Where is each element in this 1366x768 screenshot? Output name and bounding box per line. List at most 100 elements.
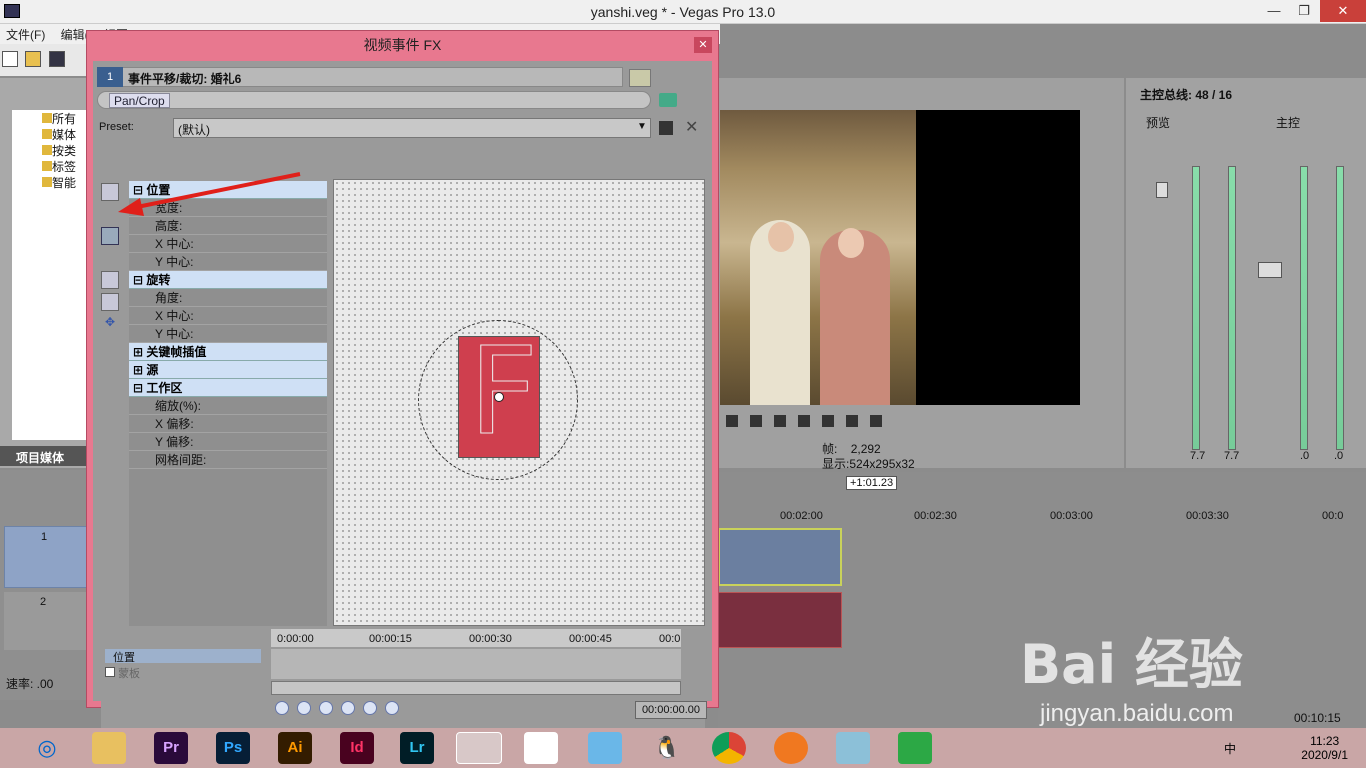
group-keyframe-interp[interactable]: ⊞ 关键帧插值 [129, 343, 327, 361]
frame-letter: F [468, 323, 539, 462]
new-file-icon[interactable] [2, 51, 18, 67]
preview-meter-right [1228, 166, 1236, 450]
premiere-icon[interactable]: Pr [154, 732, 188, 764]
app-icon-orange[interactable] [774, 732, 808, 764]
baidu-watermark: Bai 经验 [1020, 633, 1243, 696]
save-icon[interactable] [48, 51, 65, 67]
first-keyframe-icon[interactable] [275, 701, 289, 715]
tree-item[interactable]: 智能 [12, 174, 90, 190]
minimize-icon[interactable]: — [1258, 0, 1290, 22]
project-media-tab[interactable]: 项目媒体 [0, 446, 90, 466]
video-clip[interactable] [718, 528, 842, 586]
dialog-close-icon[interactable]: ✕ [694, 37, 712, 53]
app-icon-bird[interactable] [588, 732, 622, 764]
maximize-icon[interactable]: ❐ [1288, 0, 1320, 22]
menu-file[interactable]: 文件(F) [0, 24, 51, 45]
kf-row-position[interactable]: 位置 [105, 649, 261, 664]
ime-indicator[interactable]: 中 [1224, 740, 1236, 757]
tree-item[interactable]: 按类 [12, 142, 90, 158]
kf-tick: 00:0 [659, 633, 681, 645]
system-clock[interactable]: 11:23 2020/9/1 [1301, 734, 1348, 762]
tree-item[interactable]: 所有 [12, 110, 90, 126]
crop-center-handle[interactable] [494, 392, 504, 402]
video-track-header[interactable]: 1 [4, 526, 90, 588]
zoom-tool-icon[interactable] [101, 227, 119, 245]
timeline-clock: 00:10:15 [1294, 711, 1341, 725]
prop-grid-spacing[interactable]: 网格间距: [129, 451, 327, 469]
fx-chain-bar: 事件平移/裁切: 婚礼6 [97, 67, 623, 87]
pan-crop-canvas[interactable]: F [333, 179, 705, 626]
master-fader[interactable] [1258, 262, 1282, 278]
loop-icon[interactable] [726, 415, 738, 427]
delete-preset-icon[interactable]: ✕ [685, 117, 698, 137]
ruler-tick: 00:02:30 [914, 510, 957, 522]
chrome-icon[interactable] [712, 732, 746, 764]
kf-tick: 00:00:45 [569, 633, 612, 645]
clock-time: 11:23 [1310, 734, 1340, 748]
prop-rot-y-center[interactable]: Y 中心: [129, 325, 327, 343]
group-rotation[interactable]: ⊟ 旋转 [129, 271, 327, 289]
prev-frame-icon[interactable] [846, 415, 858, 427]
prop-zoom[interactable]: 缩放(%): [129, 397, 327, 415]
kf-track[interactable] [271, 649, 681, 679]
photoshop-icon[interactable]: Ps [216, 732, 250, 764]
qq-icon[interactable]: 🐧 [650, 732, 684, 764]
annotation-arrow [118, 172, 301, 216]
kf-scrollbar[interactable] [271, 681, 681, 695]
preview-info: 帧: 2,292 显示:524x295x32 [822, 442, 915, 472]
prop-rot-x-center[interactable]: X 中心: [129, 307, 327, 325]
taskbar: ◎ Pr Ps Ai Id Lr 🐧 中 11:23 2020/9/1 [0, 728, 1366, 768]
fx-plugin-label[interactable]: Pan/Crop [109, 93, 170, 108]
indesign-icon[interactable]: Id [340, 732, 374, 764]
kf-ruler: 0:00:00 00:00:15 00:00:30 00:00:45 00:0 [271, 629, 681, 647]
delete-keyframe-icon[interactable] [385, 701, 399, 715]
group-source[interactable]: ⊞ 源 [129, 361, 327, 379]
preview-fader[interactable] [1156, 182, 1168, 198]
play-icon[interactable] [774, 415, 786, 427]
app-icon-green[interactable] [898, 732, 932, 764]
tree-item[interactable]: 标签 [12, 158, 90, 174]
prop-angle[interactable]: 角度: [129, 289, 327, 307]
illustrator-icon[interactable]: Ai [278, 732, 312, 764]
close-icon[interactable]: ✕ [1320, 0, 1366, 22]
audio-track-header[interactable]: 2 [4, 592, 90, 650]
open-folder-icon[interactable] [25, 51, 42, 67]
master-meter-right [1336, 166, 1344, 450]
plugin-chain-icon[interactable] [659, 93, 677, 107]
audio-clip[interactable] [718, 592, 842, 648]
prev-keyframe-icon[interactable] [297, 701, 311, 715]
app-icon-pinwheel[interactable] [524, 732, 558, 764]
prop-x-center[interactable]: X 中心: [129, 235, 327, 253]
last-keyframe-icon[interactable] [363, 701, 377, 715]
prop-y-offset[interactable]: Y 偏移: [129, 433, 327, 451]
file-explorer-icon[interactable] [92, 732, 126, 764]
next-keyframe-icon[interactable] [341, 701, 355, 715]
center-icon[interactable]: ✥ [101, 315, 119, 333]
chain-badge: 1 [97, 67, 123, 87]
prop-y-center[interactable]: Y 中心: [129, 253, 327, 271]
next-frame-icon[interactable] [870, 415, 882, 427]
pause-icon[interactable] [798, 415, 810, 427]
layout-icon[interactable] [629, 69, 651, 87]
stop-icon[interactable] [822, 415, 834, 427]
prop-x-offset[interactable]: X 偏移: [129, 415, 327, 433]
ruler-tick: 00:0 [1322, 510, 1344, 522]
play-from-start-icon[interactable] [750, 415, 762, 427]
app-icon-notebook[interactable] [836, 732, 870, 764]
fit-frame-icon[interactable] [101, 271, 119, 289]
move-tool-icon[interactable] [101, 249, 119, 267]
tree-item[interactable]: 媒体 [12, 126, 90, 142]
save-preset-icon[interactable] [659, 121, 673, 135]
add-keyframe-icon[interactable] [319, 701, 333, 715]
group-workspace[interactable]: ⊟ 工作区 [129, 379, 327, 397]
envelope-icon[interactable] [101, 293, 119, 311]
preset-dropdown[interactable]: (默认) [173, 118, 651, 138]
chevron-down-icon[interactable]: ▼ [637, 121, 647, 132]
meter-readout: .0 [1300, 450, 1310, 462]
start-icon[interactable]: ◎ [30, 732, 64, 764]
kf-row-mask[interactable]: 蒙板 [105, 665, 140, 681]
vegas-icon[interactable] [456, 732, 502, 764]
prop-height[interactable]: 高度: [129, 217, 327, 235]
preview-label: 预览 [1146, 116, 1171, 130]
lightroom-icon[interactable]: Lr [400, 732, 434, 764]
